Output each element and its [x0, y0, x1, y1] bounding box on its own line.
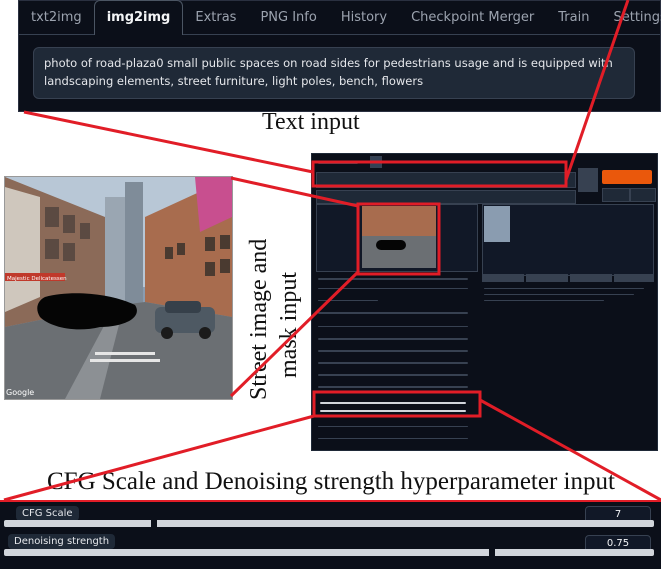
annotation-overlay — [3, 0, 661, 502]
text-input-highlight — [311, 160, 568, 188]
slider-highlight — [312, 390, 482, 418]
image-input-highlight — [356, 202, 441, 276]
connector-slider-right — [479, 398, 661, 502]
connector-text-left — [23, 110, 314, 174]
connector-image-bottom — [229, 270, 360, 398]
connector-text-right — [564, 0, 630, 181]
connector-image-top — [230, 176, 359, 208]
connector-slider-left — [3, 414, 315, 502]
